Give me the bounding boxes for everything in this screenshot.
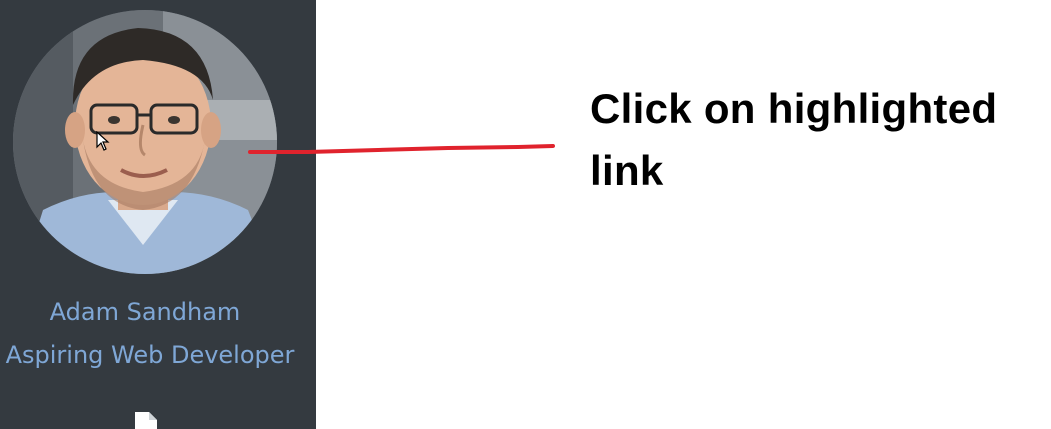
profile-name-link[interactable]: Adam Sandham — [0, 296, 290, 328]
page: Adam Sandham Aspiring Web Developer Clic… — [0, 0, 1051, 429]
profile-role-text: Aspiring Web Developer — [5, 341, 295, 369]
mouse-cursor-icon — [96, 130, 110, 151]
avatar — [13, 10, 277, 274]
sidebar: Adam Sandham Aspiring Web Developer — [0, 0, 316, 429]
annotation-arrow-line — [248, 140, 558, 160]
annotation-instruction: Click on highlighted link — [590, 85, 998, 194]
avatar-photo-icon — [13, 10, 277, 274]
file-icon[interactable] — [135, 412, 157, 429]
